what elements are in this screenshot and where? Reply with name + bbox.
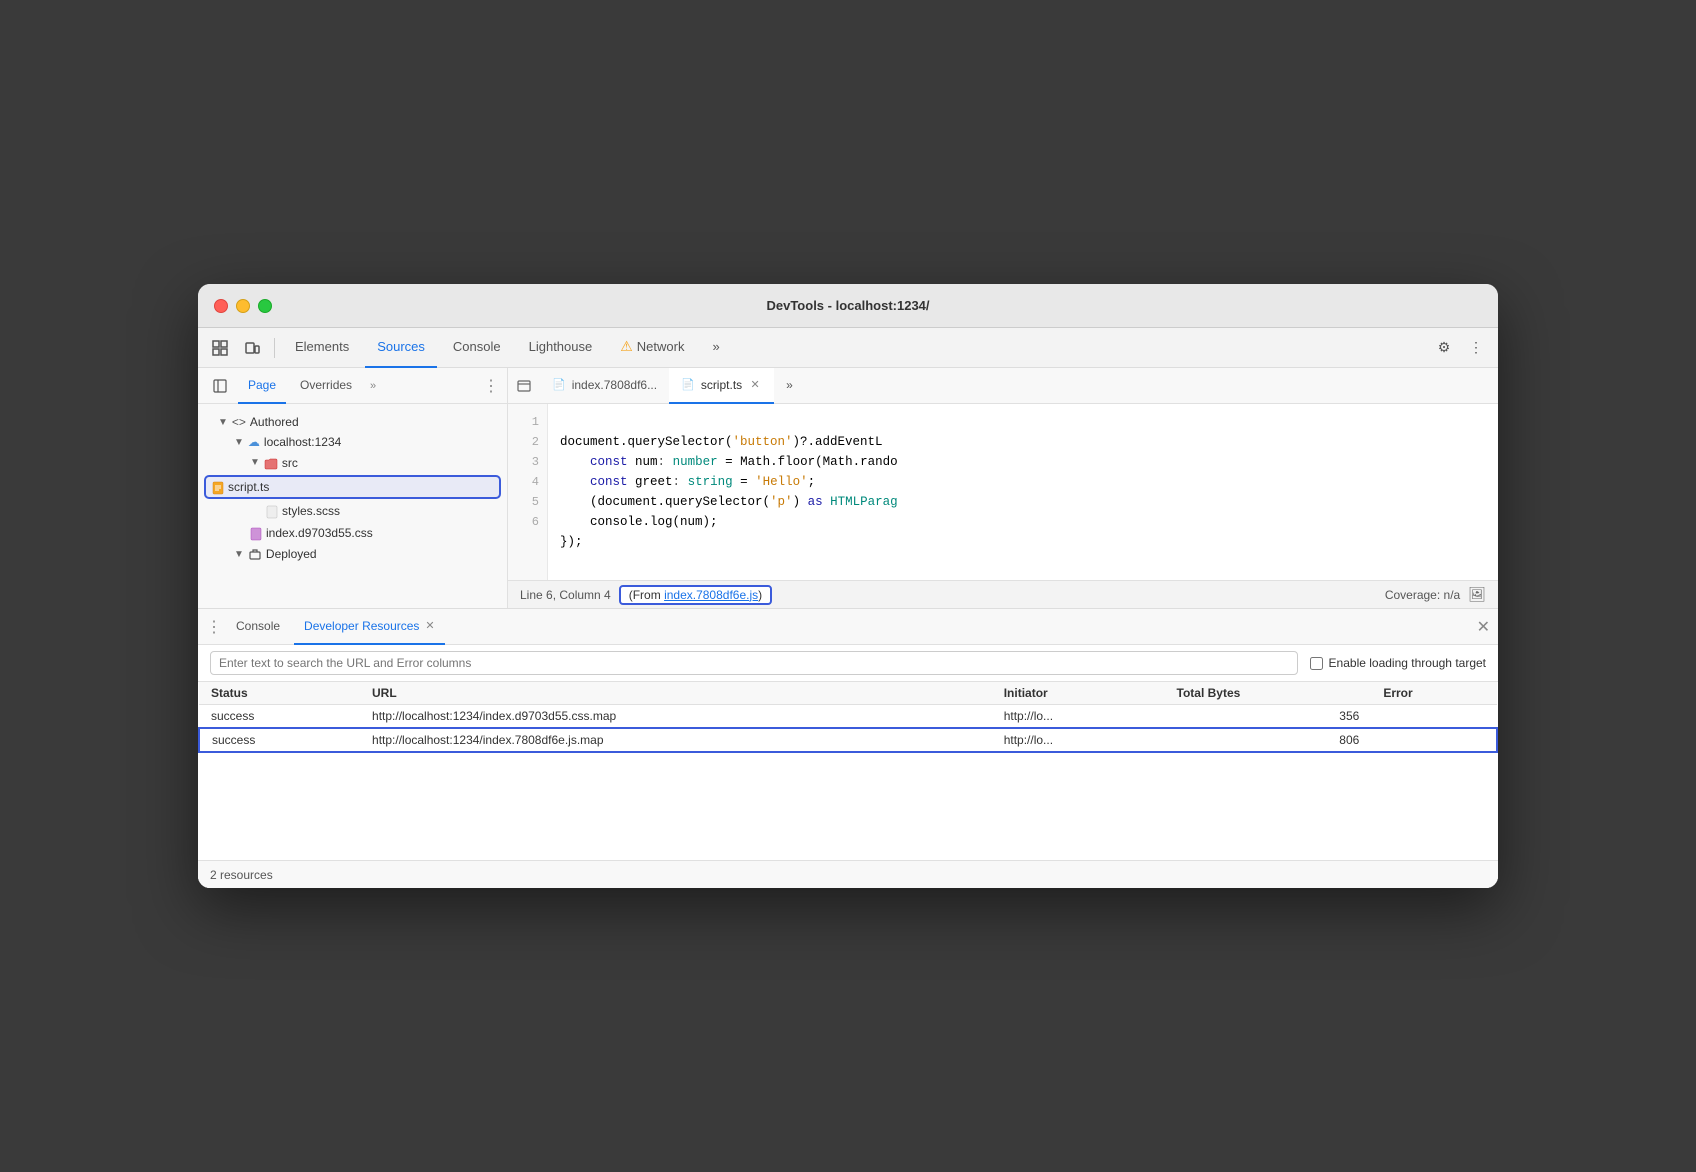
close-button[interactable]	[214, 299, 228, 313]
tree-icon-file-css	[250, 525, 262, 541]
close-bottom-panel-icon[interactable]: ✕	[1477, 617, 1490, 637]
tree-arrow: ▼	[234, 549, 244, 560]
panel-more-icon[interactable]: »	[366, 380, 380, 392]
main-toolbar: Elements Sources Console Lighthouse ⚠ Ne…	[198, 328, 1498, 368]
tab-lighthouse[interactable]: Lighthouse	[517, 328, 605, 368]
cell-url: http://localhost:1234/index.7808df6e.js.…	[360, 728, 992, 752]
tab-overrides[interactable]: Overrides	[290, 368, 362, 404]
source-map-link[interactable]: index.7808df6e.js	[664, 588, 758, 602]
more-menu-icon[interactable]: ⋮	[1462, 334, 1490, 362]
panel-options-icon[interactable]: ⋮	[483, 376, 499, 396]
device-icon[interactable]	[238, 334, 266, 362]
tab-elements[interactable]: Elements	[283, 328, 361, 368]
close-tab-icon[interactable]: ✕	[748, 378, 762, 392]
tree-item-authored[interactable]: ▼ <> Authored	[198, 412, 507, 432]
tab-sources[interactable]: Sources	[365, 328, 437, 368]
main-area: Page Overrides » ⋮ ▼ <> Authored	[198, 368, 1498, 608]
tree-arrow: ▼	[218, 417, 228, 428]
footer-bar: 2 resources	[198, 860, 1498, 888]
tab-index-js[interactable]: 📄 index.7808df6...	[540, 368, 669, 404]
bottom-options-icon[interactable]: ⋮	[206, 617, 222, 637]
url-search-input[interactable]	[210, 651, 1298, 675]
col-total-bytes: Total Bytes	[1165, 682, 1372, 705]
code-editor: 1 2 3 4 5 6 document.querySelector('butt…	[508, 404, 1498, 580]
tree-item-index-css[interactable]: index.d9703d55.css	[198, 522, 507, 544]
tab-more-editor[interactable]: »	[774, 368, 805, 404]
file-icon: 📄	[681, 378, 695, 391]
table-row[interactable]: success http://localhost:1234/index.7808…	[199, 728, 1497, 752]
editor-sidebar-icon[interactable]	[512, 374, 536, 398]
tree-icon-file-ts	[212, 479, 224, 495]
tree-icon-code: <>	[232, 415, 246, 429]
editor-status-bar: Line 6, Column 4 (From index.7808df6e.js…	[508, 580, 1498, 608]
source-map-from[interactable]: (From index.7808df6e.js)	[619, 585, 772, 605]
window-title: DevTools - localhost:1234/	[766, 298, 929, 313]
right-panel: 📄 index.7808df6... 📄 script.ts ✕ » 1 2	[508, 368, 1498, 608]
tree-item-script-ts[interactable]: script.ts	[204, 475, 501, 499]
table-header-row: Status URL Initiator Total Bytes Error	[199, 682, 1497, 705]
cell-bytes: 356	[1165, 705, 1372, 729]
devtools-body: Elements Sources Console Lighthouse ⚠ Ne…	[198, 328, 1498, 888]
tab-developer-resources[interactable]: Developer Resources ✕	[294, 609, 445, 645]
tree-item-styles-scss[interactable]: styles.scss	[198, 501, 507, 523]
line-numbers: 1 2 3 4 5 6	[508, 404, 548, 580]
minimize-button[interactable]	[236, 299, 250, 313]
tree-item-localhost[interactable]: ▼ ☁ localhost:1234	[198, 432, 507, 452]
resources-table: Status URL Initiator Total Bytes Error s…	[198, 682, 1498, 753]
cell-status: success	[199, 728, 360, 752]
warning-icon: ⚠	[620, 338, 633, 355]
cell-url: http://localhost:1234/index.d9703d55.css…	[360, 705, 992, 729]
table-row[interactable]: success http://localhost:1234/index.d970…	[199, 705, 1497, 729]
titlebar: DevTools - localhost:1234/	[198, 284, 1498, 328]
col-status: Status	[199, 682, 360, 705]
cell-error	[1371, 728, 1497, 752]
maximize-button[interactable]	[258, 299, 272, 313]
tree-item-deployed[interactable]: ▼ Deployed	[198, 544, 507, 565]
coverage-icon[interactable]: 🖼	[1468, 586, 1486, 603]
inspect-icon[interactable]	[206, 334, 234, 362]
cell-bytes: 806	[1165, 728, 1372, 752]
search-bar: Enable loading through target	[198, 645, 1498, 682]
bottom-toolbar: ⋮ Console Developer Resources ✕ ✕	[198, 609, 1498, 645]
file-icon: 📄	[552, 378, 566, 391]
enable-loading-checkbox[interactable]	[1310, 657, 1323, 670]
col-url: URL	[360, 682, 992, 705]
traffic-lights	[214, 299, 272, 313]
tab-script-ts[interactable]: 📄 script.ts ✕	[669, 368, 774, 404]
tab-more[interactable]: »	[700, 328, 731, 368]
toolbar-divider	[274, 338, 275, 358]
resources-count: 2 resources	[210, 868, 273, 882]
cell-initiator: http://lo...	[992, 705, 1165, 729]
bottom-panel: ⋮ Console Developer Resources ✕ ✕ Enable…	[198, 608, 1498, 888]
enable-loading-label: Enable loading through target	[1310, 656, 1486, 670]
tab-console[interactable]: Console	[441, 328, 513, 368]
code-content[interactable]: document.querySelector('button')?.addEve…	[548, 404, 1498, 580]
tree-icon-cloud: ☁	[248, 435, 260, 449]
tab-network[interactable]: ⚠ Network	[608, 328, 696, 368]
devtools-window: DevTools - localhost:1234/ Elem	[198, 284, 1498, 888]
tree-icon-deployed	[248, 547, 262, 562]
tree-icon-file-scss	[266, 504, 278, 520]
cursor-position: Line 6, Column 4	[520, 588, 611, 602]
tree-arrow: ▼	[234, 437, 244, 448]
tree-item-src[interactable]: ▼ src	[198, 452, 507, 473]
left-panel: Page Overrides » ⋮ ▼ <> Authored	[198, 368, 508, 608]
panel-sidebar-icon[interactable]	[206, 372, 234, 400]
close-dev-resources-icon[interactable]: ✕	[425, 619, 434, 632]
tab-page[interactable]: Page	[238, 368, 286, 404]
col-error: Error	[1371, 682, 1497, 705]
cell-status: success	[199, 705, 360, 729]
editor-tabs: 📄 index.7808df6... 📄 script.ts ✕ »	[508, 368, 1498, 404]
tree-icon-folder	[264, 455, 278, 470]
tab-console-bottom[interactable]: Console	[226, 609, 290, 645]
panel-toolbar: Page Overrides » ⋮	[198, 368, 507, 404]
cell-error	[1371, 705, 1497, 729]
file-tree: ▼ <> Authored ▼ ☁ localhost:1234 ▼	[198, 404, 507, 608]
tree-arrow: ▼	[250, 457, 260, 468]
settings-icon[interactable]: ⚙	[1430, 334, 1458, 362]
coverage-text: Coverage: n/a	[1385, 588, 1460, 602]
col-initiator: Initiator	[992, 682, 1165, 705]
resources-table-area: Status URL Initiator Total Bytes Error s…	[198, 682, 1498, 860]
cell-initiator: http://lo...	[992, 728, 1165, 752]
